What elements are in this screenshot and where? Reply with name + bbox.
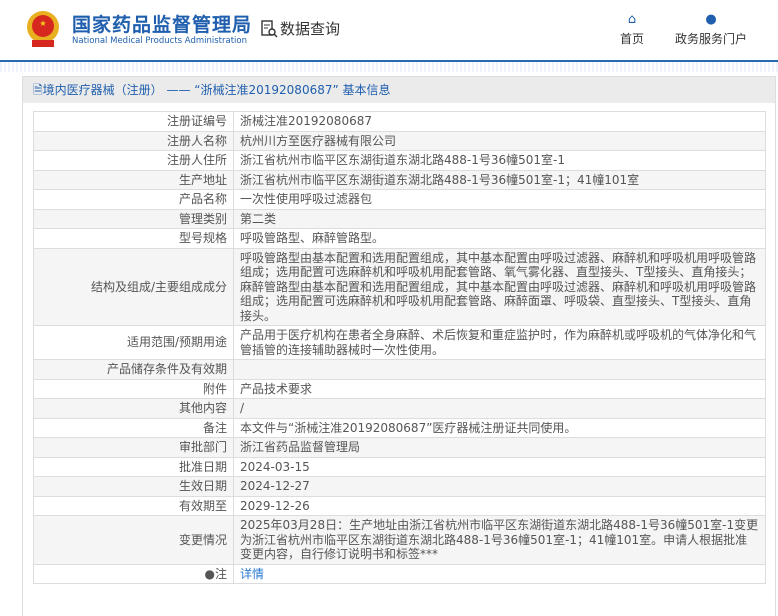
nav-home[interactable]: ⌂ 首页 xyxy=(620,12,644,47)
field-value: 产品用于医疗机构在患者全身麻醉、术后恢复和重症监护时，作为麻醉机或呼吸机的气体净… xyxy=(233,325,766,360)
field-label: 注册人住所 xyxy=(33,150,234,171)
table-row: 审批部门 浙江省药品监督管理局 xyxy=(33,437,766,458)
field-value: 杭州川方至医疗器械有限公司 xyxy=(233,130,766,151)
field-label: 结构及组成/主要组成成分 xyxy=(33,247,234,326)
field-value: 呼吸管路型、麻醉管路型。 xyxy=(233,228,766,249)
field-label: 注册证编号 xyxy=(33,111,234,132)
field-value: 2029-12-26 xyxy=(233,495,766,516)
info-table: 注册证编号 浙械注准20192080687 注册人名称 杭州川方至医疗器械有限公司 注册… xyxy=(33,111,766,584)
svg-text:★: ★ xyxy=(39,19,46,28)
note-row: ●注 详情 xyxy=(33,563,766,584)
table-row: 备注 本文件与“浙械注准20192080687”医疗器械注册证共同使用。 xyxy=(33,417,766,438)
field-value: 浙江省杭州市临平区东湖街道东湖北路488-1号36幢501室-1；41幢101室 xyxy=(233,169,766,190)
table-row: 变更情况 2025年03月28日：生产地址由浙江省杭州市临平区东湖街道东湖北路48… xyxy=(33,515,766,565)
field-label: 产品名称 xyxy=(33,189,234,210)
table-row: 产品名称 一次性使用呼吸过滤器包 xyxy=(33,189,766,210)
table-row: 结构及组成/主要组成成分 呼吸管路型由基本配置和选用配置组成，其中基本配置由呼吸过… xyxy=(33,247,766,326)
field-label: 其他内容 xyxy=(33,398,234,419)
detail-panel: 🗎境内医疗器械（注册） —— “浙械注准20192080687” 基本信息 注册… xyxy=(22,76,776,616)
field-value: 一次性使用呼吸过滤器包 xyxy=(233,189,766,210)
field-label: 备注 xyxy=(33,417,234,438)
field-value: / xyxy=(233,398,766,419)
site-header: ★ 国家药品监督管理局 National Medical Products Ad… xyxy=(0,0,778,62)
nav-home-label: 首页 xyxy=(620,32,645,46)
field-label: 批准日期 xyxy=(33,456,234,477)
panel-title-text: 境内医疗器械（注册） —— “浙械注准20192080687” 基本信息 xyxy=(42,83,391,97)
field-label: 附件 xyxy=(33,378,234,399)
field-value: 呼吸管路型由基本配置和选用配置组成，其中基本配置由呼吸过滤器、麻醉机和呼吸机用呼… xyxy=(233,247,766,326)
panel-title: 🗎境内医疗器械（注册） —— “浙械注准20192080687” 基本信息 xyxy=(23,77,775,103)
table-row: 注册证编号 浙械注准20192080687 xyxy=(33,111,766,132)
document-icon: 🗎 xyxy=(33,83,43,97)
field-label: 适用范围/预期用途 xyxy=(33,325,234,360)
nav-service-portal[interactable]: ● 政务服务门户 xyxy=(675,12,747,47)
table-row: 适用范围/预期用途 产品用于医疗机构在患者全身麻醉、术后恢复和重症监护时，作为麻醉… xyxy=(33,325,766,360)
field-value xyxy=(233,359,766,380)
table-row: 注册人住所 浙江省杭州市临平区东湖街道东湖北路488-1号36幢501室-1 xyxy=(33,150,766,171)
note-label: ●注 xyxy=(33,563,234,584)
field-label: 审批部门 xyxy=(33,437,234,458)
field-label: 生产地址 xyxy=(33,169,234,190)
field-value: 本文件与“浙械注准20192080687”医疗器械注册证共同使用。 xyxy=(233,417,766,438)
field-value: 2024-03-15 xyxy=(233,456,766,477)
table-row: 有效期至 2029-12-26 xyxy=(33,495,766,516)
field-value: 浙械注准20192080687 xyxy=(233,111,766,132)
table-row: 其他内容 / xyxy=(33,398,766,419)
field-label: 有效期至 xyxy=(33,495,234,516)
field-value: 浙江省药品监督管理局 xyxy=(233,437,766,458)
table-row: 产品储存条件及有效期 xyxy=(33,359,766,380)
field-value: 第二类 xyxy=(233,208,766,229)
table-row: 生效日期 2024-12-27 xyxy=(33,476,766,497)
home-icon: ⌂ xyxy=(627,12,637,27)
field-value: 浙江省杭州市临平区东湖街道东湖北路488-1号36幢501室-1 xyxy=(233,150,766,171)
data-query-label: 数据查询 xyxy=(280,20,341,38)
field-label: 生效日期 xyxy=(33,476,234,497)
field-label: 型号规格 xyxy=(33,228,234,249)
table-row: 附件 产品技术要求 xyxy=(33,378,766,399)
field-value: 2024-12-27 xyxy=(233,476,766,497)
note-label-text: 注 xyxy=(214,566,227,581)
user-icon: ● xyxy=(705,12,717,27)
document-search-icon xyxy=(261,19,278,38)
logo-title[interactable]: 国家药品监督管理局 xyxy=(72,10,252,37)
field-label: 管理类别 xyxy=(33,208,234,229)
table-row: 生产地址 浙江省杭州市临平区东湖街道东湖北路488-1号36幢501室-1；41幢… xyxy=(33,169,766,190)
table-row: 型号规格 呼吸管路型、麻醉管路型。 xyxy=(33,228,766,249)
national-emblem-icon: ★ xyxy=(27,11,59,47)
field-value: 2025年03月28日：生产地址由浙江省杭州市临平区东湖街道东湖北路488-1号… xyxy=(233,515,766,565)
divider xyxy=(0,62,778,72)
nav-portal-label: 政务服务门户 xyxy=(675,32,748,46)
table-row: 批准日期 2024-03-15 xyxy=(33,456,766,477)
field-label: 变更情况 xyxy=(33,515,234,565)
field-value: 产品技术要求 xyxy=(233,378,766,399)
logo-subtitle: National Medical Products Administration xyxy=(72,36,247,46)
table-row: 注册人名称 杭州川方至医疗器械有限公司 xyxy=(33,130,766,151)
pin-icon: ● xyxy=(204,566,215,581)
data-query-link[interactable]: 数据查询 xyxy=(260,18,340,39)
table-row: 管理类别 第二类 xyxy=(33,208,766,229)
note-value: 详情 xyxy=(233,563,766,584)
details-link[interactable]: 详情 xyxy=(240,567,264,581)
field-label: 注册人名称 xyxy=(33,130,234,151)
field-label: 产品储存条件及有效期 xyxy=(33,359,234,380)
